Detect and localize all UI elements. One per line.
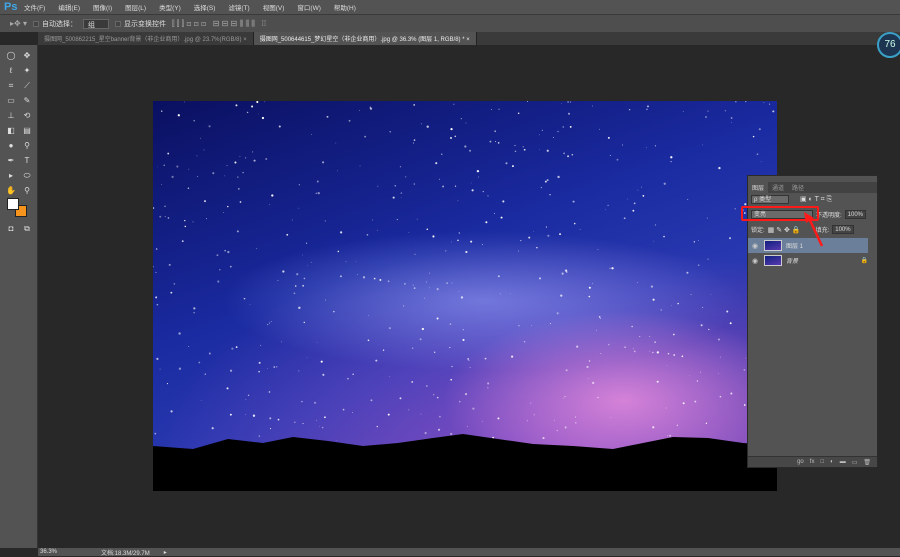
lock-icon: 🔒 xyxy=(860,258,868,264)
auto-select-label: 自动选择： xyxy=(41,20,77,28)
menu-select[interactable]: 选择(S) xyxy=(194,2,216,12)
auto-select-checkbox[interactable] xyxy=(32,20,39,27)
status-menu-arrow[interactable]: ▸ xyxy=(164,549,167,556)
healing-brush-icon[interactable]: ▭ xyxy=(5,95,17,107)
layer-thumbnail xyxy=(764,255,782,266)
quick-mask-icon[interactable]: ◘ xyxy=(5,223,17,235)
move-tool-icon[interactable]: ▸✥ ▾ xyxy=(10,19,27,28)
tab-document-2[interactable]: 摄图网_500644615_梦幻星空（非企业商用）.jpg @ 36.3% (图… xyxy=(253,32,477,45)
fx-icon[interactable]: fx xyxy=(810,459,815,465)
menu-type[interactable]: 类型(Y) xyxy=(159,2,181,12)
visibility-eye-icon[interactable]: ◉ xyxy=(752,257,758,265)
stamp-tool-icon[interactable]: ⊥ xyxy=(5,110,17,122)
fill-input[interactable]: 100% xyxy=(832,225,854,234)
zoom-tool-icon[interactable]: ⚲ xyxy=(21,185,33,197)
menu-filter[interactable]: 滤镜(T) xyxy=(228,2,249,12)
history-brush-icon[interactable]: ⟲ xyxy=(21,110,33,122)
magic-wand-icon[interactable]: ✦ xyxy=(21,65,33,77)
group-icon[interactable]: ▬ xyxy=(840,459,846,465)
menu-bar: Ps 文件(F) 编辑(E) 图像(I) 图层(L) 类型(Y) 选择(S) 滤… xyxy=(0,0,900,14)
tab-document-1[interactable]: 摄图网_500862215_星空banner背景（非企业商用）.jpg @ 23… xyxy=(38,32,254,45)
tab-channels[interactable]: 通道 xyxy=(768,182,788,193)
menu-view[interactable]: 视图(V) xyxy=(263,2,285,12)
marquee-tool-icon[interactable]: ◯ xyxy=(5,50,17,62)
photoshop-logo: Ps xyxy=(4,1,18,13)
filter-icons[interactable]: ▣ ◐ T ⌗ ⎘ xyxy=(800,195,832,204)
lock-label: 锁定: xyxy=(751,228,765,234)
lasso-tool-icon[interactable]: ℓ xyxy=(5,65,17,77)
pen-tool-icon[interactable]: ✒ xyxy=(5,155,17,167)
layers-bottom-bar: go fx □ ◐ ▬ ▭ 🗑 xyxy=(748,456,877,467)
options-bar: ▸✥ ▾ 自动选择： 组 显示变换控件 ⫿ ⫿ ⫿ ⊡ ⊡ ⊡ ⊟ ⊟ ⊟ ⫼ … xyxy=(0,14,900,32)
status-bar: 36.3% 文档:18.3M/29.7M ▸ xyxy=(38,548,900,557)
annotation-arrow xyxy=(804,212,824,247)
tab-paths[interactable]: 路径 xyxy=(788,182,808,193)
gradient-tool-icon[interactable]: ▤ xyxy=(21,125,33,137)
menu-window[interactable]: 窗口(W) xyxy=(297,2,320,12)
tab-label: 摄图网_500862215_星空banner背景（非企业商用）.jpg @ 23… xyxy=(44,37,242,43)
trash-icon[interactable]: 🗑 xyxy=(863,459,871,466)
adjustment-icon[interactable]: ◐ xyxy=(830,459,834,465)
menu-file[interactable]: 文件(F) xyxy=(24,2,45,12)
tools-panel: ◯ ✥ ℓ ✦ ⌗ ⟋ ▭ ✎ ⊥ ⟲ ◧ ▤ ● ⚲ ✒ T ▸ ⬭ ✋ ⚲ … xyxy=(0,45,38,548)
auto-select-dropdown[interactable]: 组 xyxy=(82,18,109,29)
screen-mode-icon[interactable]: ⧉ xyxy=(21,223,33,235)
menu-layer[interactable]: 图层(L) xyxy=(125,2,146,12)
blur-tool-icon[interactable]: ● xyxy=(5,140,17,152)
path-select-icon[interactable]: ▸ xyxy=(5,170,17,182)
show-transform-checkbox[interactable] xyxy=(114,20,121,27)
performance-badge: 76 xyxy=(877,32,900,58)
layer-filter-dropdown[interactable]: ρ 类型 xyxy=(751,195,789,204)
eraser-tool-icon[interactable]: ◧ xyxy=(5,125,17,137)
menu-edit[interactable]: 编辑(E) xyxy=(58,2,80,12)
layer-row-background[interactable]: 背景 🔒 xyxy=(764,253,868,268)
crop-tool-icon[interactable]: ⌗ xyxy=(5,80,17,92)
tab-label: 摄图网_500644615_梦幻星空（非企业商用）.jpg @ 36.3% (图… xyxy=(259,37,465,43)
layer-name: 背景 xyxy=(786,259,799,265)
show-transform-label: 显示变换控件 xyxy=(123,20,166,28)
dodge-tool-icon[interactable]: ⚲ xyxy=(21,140,33,152)
opacity-input[interactable]: 100% xyxy=(844,210,867,219)
move-tool-icon[interactable]: ✥ xyxy=(21,50,33,62)
brush-tool-icon[interactable]: ✎ xyxy=(21,95,33,107)
menu-help[interactable]: 帮助(H) xyxy=(334,2,356,12)
doc-size: 文档:18.3M/29.7M xyxy=(101,550,150,557)
mask-icon[interactable]: □ xyxy=(820,459,824,465)
new-layer-icon[interactable]: ▭ xyxy=(852,459,858,466)
close-icon[interactable]: × xyxy=(466,37,470,43)
hand-tool-icon[interactable]: ✋ xyxy=(5,185,17,197)
layer-thumbnail xyxy=(764,240,782,251)
menu-image[interactable]: 图像(I) xyxy=(93,2,112,12)
canvas-image-starry-sky[interactable] xyxy=(153,101,777,491)
mountain-silhouette xyxy=(153,434,777,491)
type-tool-icon[interactable]: T xyxy=(21,155,33,167)
eyedropper-icon[interactable]: ⟋ xyxy=(21,80,33,92)
visibility-eye-icon[interactable]: ◉ xyxy=(752,242,758,250)
tab-layers[interactable]: 图层 xyxy=(748,182,769,193)
lock-icons[interactable]: ▦ ✎ ✥ 🔒 xyxy=(768,226,801,234)
document-tabs: 摄图网_500862215_星空banner背景（非企业商用）.jpg @ 23… xyxy=(38,32,900,45)
align-icons[interactable]: ⫿ ⫿ ⫿ ⊡ ⊡ ⊡ ⊟ ⊟ ⊟ ⫼ ⫼ ⫼ ⁞⁞ xyxy=(172,19,266,29)
foreground-color-swatch[interactable] xyxy=(7,198,19,210)
close-icon[interactable]: × xyxy=(243,37,247,43)
link-icon[interactable]: go xyxy=(797,459,804,465)
zoom-level[interactable]: 36.3% xyxy=(40,549,57,555)
ellipse-tool-icon[interactable]: ⬭ xyxy=(21,170,33,182)
